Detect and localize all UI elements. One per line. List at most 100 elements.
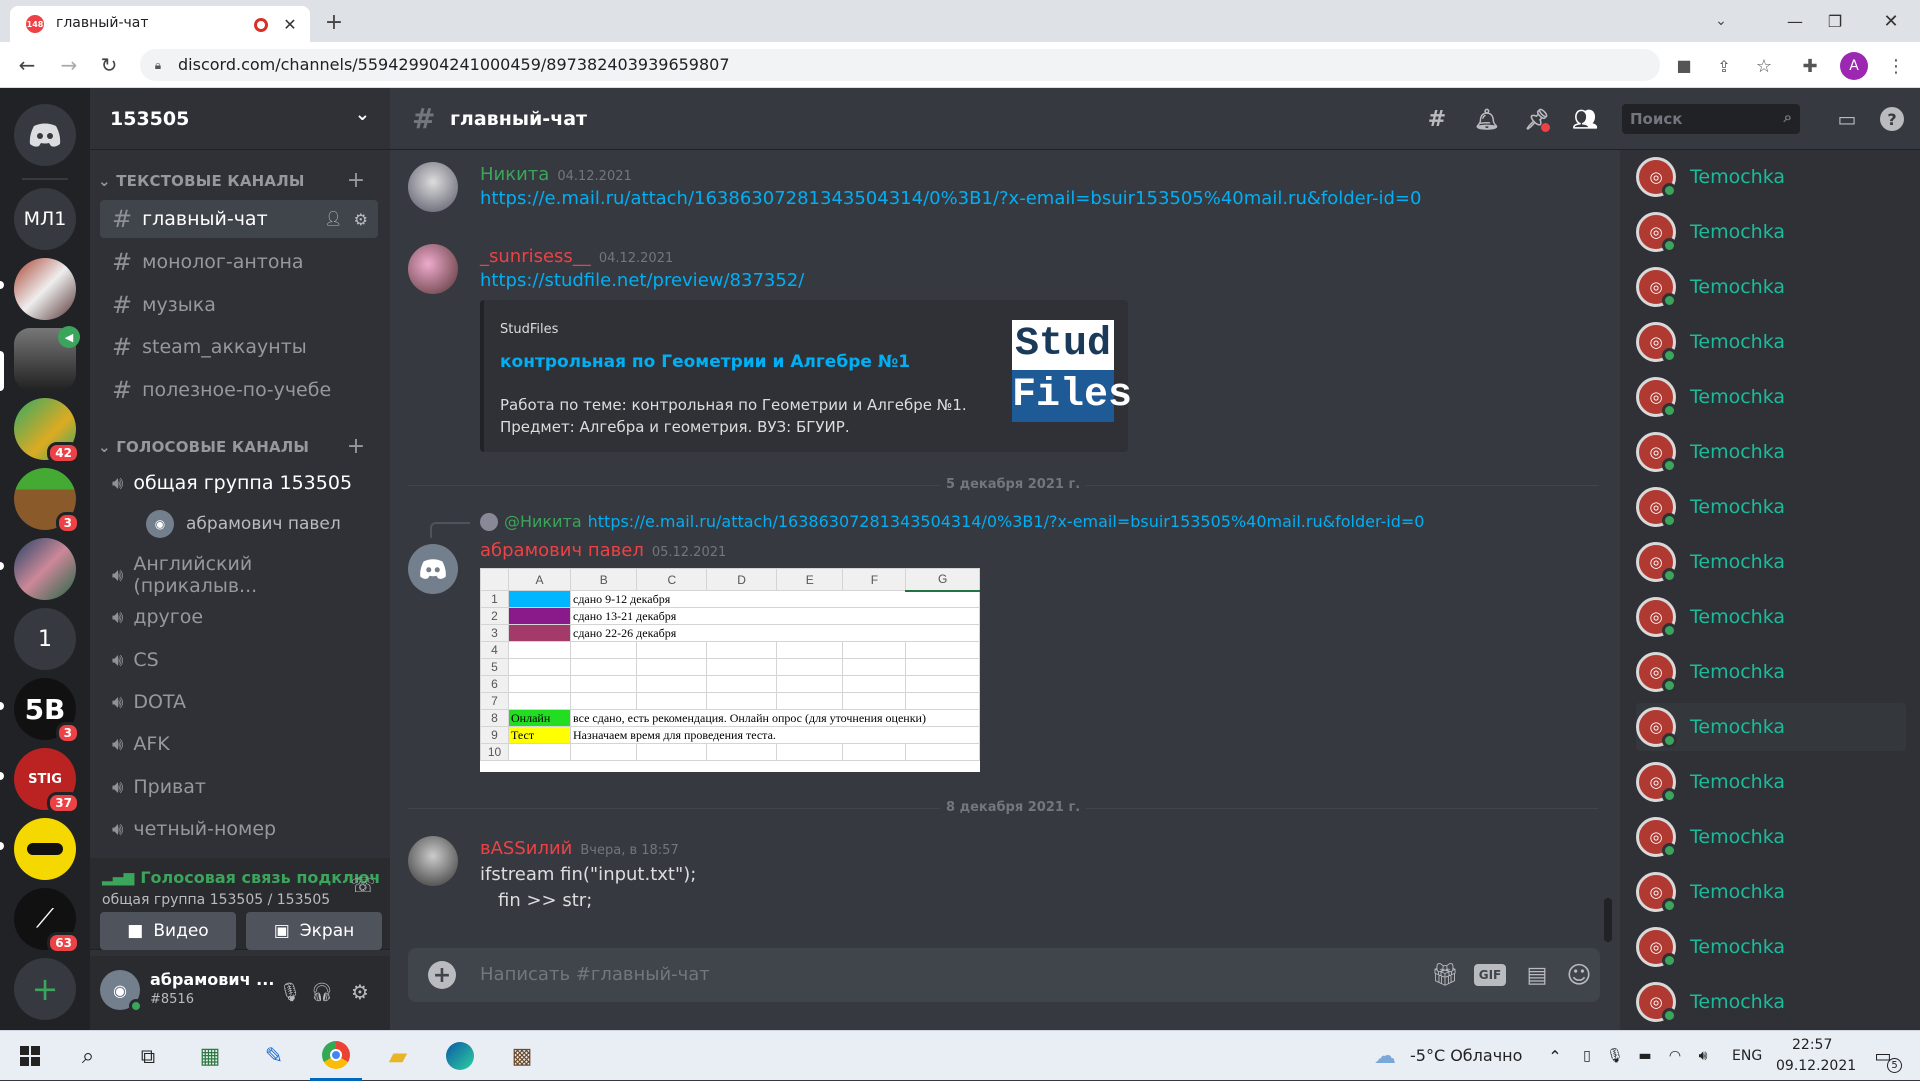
member-item[interactable]: ◎ Temochka [1636,923,1906,971]
message-author[interactable]: абрамович павел [480,540,644,561]
camera-icon[interactable]: ■ [1670,51,1698,79]
avatar[interactable]: ◉ [100,970,143,1013]
member-item[interactable]: ◎ Temochka [1636,813,1906,861]
volume-icon[interactable]: 🔊︎ [1692,1045,1714,1067]
add-channel-icon[interactable]: + [346,168,366,193]
reply-preview[interactable]: @Никита https://e.mail.ru/attach/1638630… [480,512,1424,531]
member-item[interactable]: ◎ Temochka [1636,758,1906,806]
voice-channel-afk[interactable]: 🔊︎ AFK [100,725,378,763]
server-car[interactable]: ◀ [14,326,80,390]
invite-icon[interactable]: 👤︎ [324,211,342,227]
voice-channel-cs[interactable]: 🔊︎ CS [100,641,378,679]
inbox-icon[interactable]: ▭ [1832,104,1862,134]
message-author[interactable]: вASSилий [480,838,572,859]
embed-thumbnail[interactable]: Stud Files [1012,320,1132,422]
close-tab-icon[interactable]: ✕ [280,14,300,34]
message-input[interactable]: + Написать #главный-чат 🎁︎ GIF ▤ ☺ [408,948,1600,1002]
pin-icon[interactable]: 📌︎ [1522,104,1552,134]
category-text-channels[interactable]: ⌄ ТЕКСТОВЫЕ КАНАЛЫ [98,172,305,190]
disconnect-icon[interactable]: ☏ [348,870,378,900]
clock-time[interactable]: 22:57 [1792,1037,1832,1053]
voice-channel-privat[interactable]: 🔊︎ Приват [100,768,378,806]
member-item[interactable]: ◎ Temochka [1636,703,1906,751]
server-photo-group[interactable] [14,258,76,320]
sticker-icon[interactable]: ▤ [1522,960,1552,990]
server-5b[interactable]: 5B 3 [14,678,80,744]
voice-channel-drugoe[interactable]: 🔊︎ другое [100,598,378,636]
close-window-icon[interactable]: ✕ [1876,6,1906,36]
reply-mention[interactable]: @Никита [504,512,582,531]
weather-cloud-icon[interactable]: ☁ [1370,1043,1400,1069]
notification-center-icon[interactable]: ▭ 5 [1868,1043,1902,1073]
message-link[interactable]: https://studfile.net/preview/837352/ [480,270,804,291]
headphones-icon[interactable]: 🎧︎ [308,978,336,1006]
reload-icon[interactable]: ↻ [94,50,124,80]
voice-channel-path[interactable]: общая группа 153505 / 153505 [102,892,330,908]
member-item[interactable]: ◎ Temochka [1636,538,1906,586]
clock-date[interactable]: 09.12.2021 [1776,1058,1856,1074]
share-icon[interactable]: ⇪ [1710,52,1738,80]
gear-icon[interactable]: ⚙ [354,210,368,229]
search-input[interactable]: Поиск ⌕ [1622,104,1800,134]
channel-muzyka[interactable]: # музыка [100,286,378,324]
member-item[interactable]: ◎ Temochka [1636,868,1906,916]
channel-monolog[interactable]: # монолог-антона [100,243,378,281]
chat-scrollbar[interactable] [1604,898,1612,942]
minimize-icon[interactable]: — [1780,6,1810,36]
member-item[interactable]: ◎ Temochka [1636,428,1906,476]
add-server-icon[interactable]: + [14,958,76,1020]
channel-glavnyi-chat[interactable]: # главный-чат 👤︎ ⚙ [100,200,378,238]
microphone-tray-icon[interactable]: 🎙︎ [1604,1045,1626,1067]
minecraft-icon[interactable]: ▩ [496,1031,548,1081]
member-item[interactable]: ◎ Temochka [1636,318,1906,366]
microphone-icon[interactable]: 🎙︎ [276,978,304,1006]
category-voice-channels[interactable]: ⌄ ГОЛОСОВЫЕ КАНАЛЫ [98,438,309,456]
voice-channel-english[interactable]: 🔊︎ Английский (прикалыв... [100,553,378,597]
member-item[interactable]: ◎ Temochka [1636,593,1906,641]
server-game-green[interactable]: 42 [14,398,80,464]
member-item[interactable]: ◎ Temochka [1636,978,1906,1026]
maximize-icon[interactable]: ❐ [1820,6,1850,36]
avatar[interactable] [408,836,458,886]
address-bar[interactable]: 🔒︎ discord.com/channels/5594299042410004… [140,49,1692,81]
language-indicator[interactable]: ENG [1732,1048,1762,1064]
chrome-taskbar-icon[interactable] [310,1031,362,1081]
avatar[interactable] [408,544,458,594]
channel-poleznoe[interactable]: # полезное-по-учебе [100,371,378,409]
server-header[interactable]: 153505 ⌄ [90,88,390,150]
server-minecraft[interactable]: 3 [14,468,80,534]
attachment-image-spreadsheet[interactable]: A B C D E F G 1 сдано 9-12 декабря 2 сдано… [480,568,980,772]
message-link[interactable]: https://e.mail.ru/attach/163863072813435… [480,188,1421,209]
paint-icon[interactable]: ✎ [248,1031,300,1081]
home-discord-icon[interactable] [14,104,76,166]
emoji-icon[interactable]: ☺ [1564,960,1594,990]
device-icon[interactable]: ▯ [1576,1045,1598,1067]
member-item[interactable]: ◎ Temochka [1636,153,1906,201]
avatar[interactable] [408,244,458,294]
weather-text[interactable]: -5°C Облачно [1410,1046,1522,1065]
new-tab-icon[interactable]: + [320,8,348,36]
server-yellow-face[interactable] [14,818,76,880]
message-author[interactable]: Никита [480,164,549,185]
message-author[interactable]: _sunrisess__ [480,246,591,267]
add-channel-icon[interactable]: + [346,434,366,459]
windows-start-icon[interactable] [4,1031,56,1081]
reply-link[interactable]: https://e.mail.ru/attach/163863072813435… [588,512,1425,531]
server-art[interactable] [14,538,76,600]
member-item[interactable]: ◎ Temochka [1636,483,1906,531]
username[interactable]: абрамович ... [150,970,274,989]
member-item[interactable]: ◎ Temochka [1636,263,1906,311]
bookmark-star-icon[interactable]: ☆ [1750,52,1778,80]
edge-icon[interactable] [434,1031,486,1081]
video-button[interactable]: ■ Видео [100,912,236,950]
screen-share-button[interactable]: ▣ Экран [246,912,382,950]
member-item[interactable]: ◎ Temochka [1636,373,1906,421]
server-1[interactable]: 1 [14,608,76,670]
avatar[interactable] [408,162,458,212]
gif-icon[interactable]: GIF [1474,964,1506,986]
task-view-icon[interactable]: ⧉ [122,1031,174,1081]
profile-avatar[interactable]: A [1840,52,1868,80]
help-icon[interactable]: ? [1880,107,1904,131]
back-icon[interactable]: ← [12,50,42,80]
tab-search-icon[interactable]: ⌄ [1706,6,1736,36]
